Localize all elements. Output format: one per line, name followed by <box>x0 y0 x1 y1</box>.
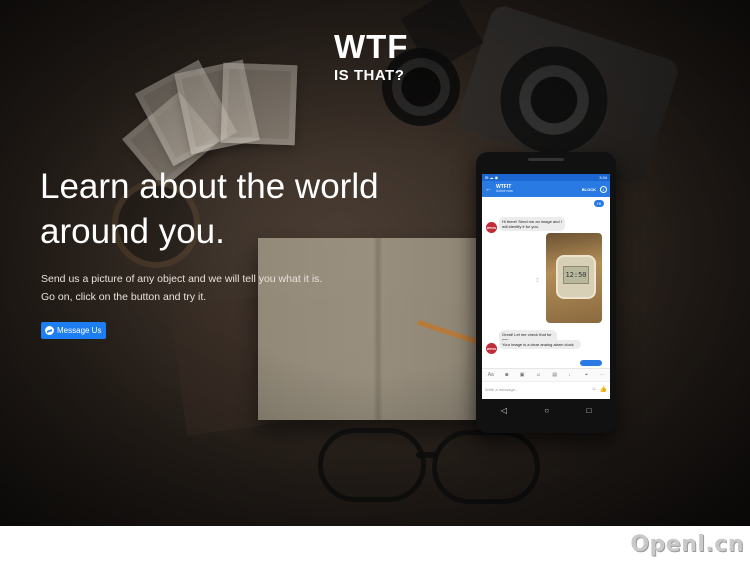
composer-toolbar: Aa ◙ ▣ ☺ ▤ ♩ ⌖ ⋯ <box>482 368 610 381</box>
location-icon[interactable]: ⌖ <box>585 372 588 378</box>
outgoing-bubble-partial <box>580 360 602 366</box>
text-icon[interactable]: Aa <box>488 372 494 378</box>
clock-display: 12:50 <box>563 266 589 284</box>
arrow-left-icon[interactable]: ← <box>485 186 492 193</box>
sticker-icon[interactable]: ☺ <box>536 372 541 378</box>
user-message-bubble: Hi <box>594 200 604 207</box>
chat-title-box: WTFIT Active now <box>496 184 578 194</box>
bot-result-bubble: Your image is a clear analog alarm clock <box>499 340 581 349</box>
thumbs-up-icon[interactable]: 👍 <box>600 386 607 393</box>
share-icon[interactable]: ⇪ <box>535 277 540 284</box>
gif-icon[interactable]: ▤ <box>552 372 557 378</box>
logo-title: WTF <box>334 28 409 65</box>
chat-subtitle: Active now <box>496 188 513 193</box>
logo-subtitle: IS THAT? <box>334 67 405 84</box>
headline-line-2: around you. <box>40 212 225 251</box>
bot-avatar: WTFIS <box>486 222 497 233</box>
description-line-2: Go on, click on the button and try it. <box>41 291 207 303</box>
info-icon[interactable]: i <box>600 185 607 193</box>
hero-description: Send us a picture of any object and we w… <box>41 270 381 306</box>
mic-icon[interactable]: ♩ <box>569 372 574 378</box>
description-line-1: Send us a picture of any object and we w… <box>41 273 323 285</box>
message-input[interactable]: Write a message... <box>485 387 588 392</box>
bot-avatar: WTFIS <box>486 343 497 354</box>
hero-headline: Learn about the world around you. <box>40 164 420 254</box>
messenger-icon <box>45 326 54 335</box>
sent-photo[interactable]: 12:50 <box>546 233 602 323</box>
headline-line-1: Learn about the world <box>40 167 379 206</box>
emoji-icon[interactable]: ☺ <box>591 386 596 392</box>
nav-recent-icon[interactable]: □ <box>586 406 591 415</box>
block-button[interactable]: BLOCK <box>582 187 596 192</box>
message-us-label: Message Us <box>57 326 102 335</box>
nav-home-icon[interactable]: ○ <box>544 406 549 415</box>
alarm-clock-image: 12:50 <box>556 255 596 299</box>
status-icons: ✉ ☁ ◉ <box>485 175 499 180</box>
messenger-app-bar: ← WTFIT Active now BLOCK i <box>482 181 610 197</box>
watermark-logo: Openl.cn <box>630 532 744 557</box>
phone-speaker <box>528 158 564 161</box>
message-input-row: Write a message... ☺ 👍 <box>482 381 610 396</box>
hero-background: WTF IS THAT? Learn about the world aroun… <box>0 0 750 526</box>
nav-back-icon[interactable]: ◁ <box>501 406 507 415</box>
phone-screen: ✉ ☁ ◉ 3:34 ← WTFIT Active now BLOCK i Hi… <box>482 174 610 399</box>
chat-thread: Hi WTFIS Hi there! Send me an image and … <box>482 197 610 368</box>
more-icon[interactable]: ⋯ <box>599 372 604 378</box>
bot-greeting-bubble: Hi there! Send me an image and I will id… <box>499 217 565 231</box>
android-nav-bar: ◁ ○ □ <box>482 399 610 421</box>
image-icon[interactable]: ▣ <box>520 372 525 378</box>
status-time: 3:34 <box>599 175 607 180</box>
phone-status-bar: ✉ ☁ ◉ 3:34 <box>482 174 610 181</box>
phone-mockup: ✉ ☁ ◉ 3:34 ← WTFIT Active now BLOCK i Hi… <box>476 152 616 433</box>
camera-icon[interactable]: ◙ <box>505 372 508 378</box>
message-us-button[interactable]: Message Us <box>41 322 107 339</box>
